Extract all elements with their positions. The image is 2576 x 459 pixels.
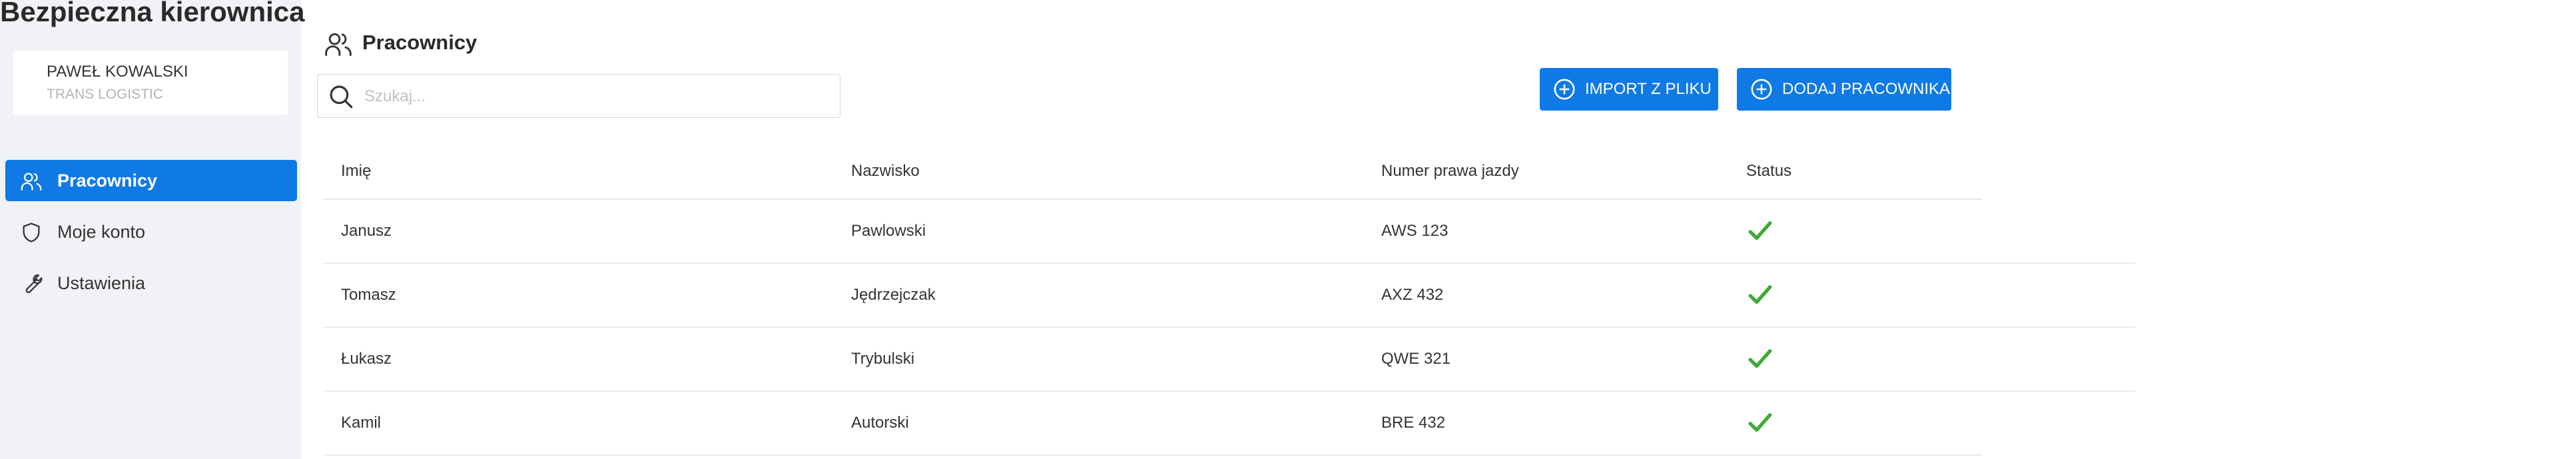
check-icon bbox=[1748, 285, 1772, 304]
cell-status bbox=[1746, 264, 1774, 326]
search-input[interactable] bbox=[363, 83, 825, 111]
check-icon bbox=[1748, 413, 1772, 432]
table-row[interactable]: Tomasz Jędrzejczak AXZ 432 bbox=[324, 264, 2135, 328]
column-header-license[interactable]: Numer prawa jazdy bbox=[1381, 144, 1519, 199]
row-divider-extension bbox=[1982, 262, 2135, 264]
add-button-label: DODAJ PRACOWNIKA bbox=[1782, 80, 1951, 98]
import-button-label: IMPORT Z PLIKU bbox=[1585, 80, 1712, 98]
cell-license: BRE 432 bbox=[1381, 414, 1446, 432]
add-employee-button[interactable]: DODAJ PRACOWNIKA bbox=[1737, 68, 1951, 111]
plus-circle-icon bbox=[1751, 79, 1772, 100]
sidebar-item-moje-konto[interactable]: Moje konto bbox=[5, 211, 297, 252]
sidebar: Bezpieczna kierownica PAWEŁ KOWALSKI TRA… bbox=[0, 0, 305, 459]
app-title: Bezpieczna kierownica bbox=[0, 0, 305, 27]
cell-status bbox=[1746, 328, 1774, 390]
cell-license: AWS 123 bbox=[1381, 222, 1449, 240]
users-icon bbox=[21, 173, 42, 191]
cell-status bbox=[1746, 392, 1774, 454]
search-icon bbox=[330, 85, 353, 109]
cell-last-name: Pawlowski bbox=[851, 222, 926, 240]
cell-last-name: Autorski bbox=[851, 414, 909, 432]
table-row[interactable]: Kamil Autorski BRE 432 bbox=[324, 392, 1982, 456]
sidebar-item-label: Moje konto bbox=[57, 221, 146, 242]
wrench-icon bbox=[25, 274, 43, 294]
cell-first-name: Kamil bbox=[341, 414, 382, 432]
shield-icon bbox=[23, 223, 40, 242]
search-box[interactable] bbox=[317, 74, 840, 118]
check-icon bbox=[1748, 349, 1772, 368]
table-header-row: Imię Nazwisko Numer prawa jazdy Status bbox=[324, 144, 1982, 200]
table-row[interactable]: Janusz Pawlowski AWS 123 bbox=[324, 200, 2135, 264]
column-header-last-name[interactable]: Nazwisko bbox=[851, 144, 920, 199]
sidebar-item-pracownicy[interactable]: Pracownicy bbox=[5, 160, 297, 201]
check-icon bbox=[1748, 221, 1772, 240]
row-divider-extension bbox=[1982, 326, 2135, 328]
table-row[interactable]: Łukasz Trybulski QWE 321 bbox=[324, 328, 2135, 392]
sidebar-item-label: Ustawienia bbox=[57, 272, 146, 293]
cell-first-name: Łukasz bbox=[341, 350, 392, 368]
cell-status bbox=[1746, 200, 1774, 262]
import-from-file-button[interactable]: IMPORT Z PLIKU bbox=[1540, 68, 1718, 111]
row-divider-extension bbox=[1982, 390, 2135, 392]
users-icon bbox=[325, 33, 352, 56]
cell-last-name: Trybulski bbox=[851, 350, 915, 368]
sidebar-item-ustawienia[interactable]: Ustawienia bbox=[5, 262, 297, 304]
cell-license: QWE 321 bbox=[1381, 350, 1451, 368]
column-header-first-name[interactable]: Imię bbox=[341, 144, 371, 199]
cell-first-name: Janusz bbox=[341, 222, 392, 240]
column-header-status[interactable]: Status bbox=[1746, 144, 1791, 199]
user-card[interactable]: PAWEŁ KOWALSKI TRANS LOGISTIC bbox=[13, 51, 288, 115]
cell-license: AXZ 432 bbox=[1381, 286, 1444, 304]
cell-first-name: Tomasz bbox=[341, 286, 396, 304]
user-name: PAWEŁ KOWALSKI bbox=[47, 63, 188, 81]
cell-last-name: Jędrzejczak bbox=[851, 286, 936, 304]
employees-table: Imię Nazwisko Numer prawa jazdy Status J… bbox=[324, 144, 2135, 456]
plus-circle-icon bbox=[1554, 79, 1575, 100]
page-title: Pracownicy bbox=[362, 31, 478, 54]
sidebar-item-label: Pracownicy bbox=[57, 170, 158, 191]
user-company: TRANS LOGISTIC bbox=[47, 87, 164, 102]
